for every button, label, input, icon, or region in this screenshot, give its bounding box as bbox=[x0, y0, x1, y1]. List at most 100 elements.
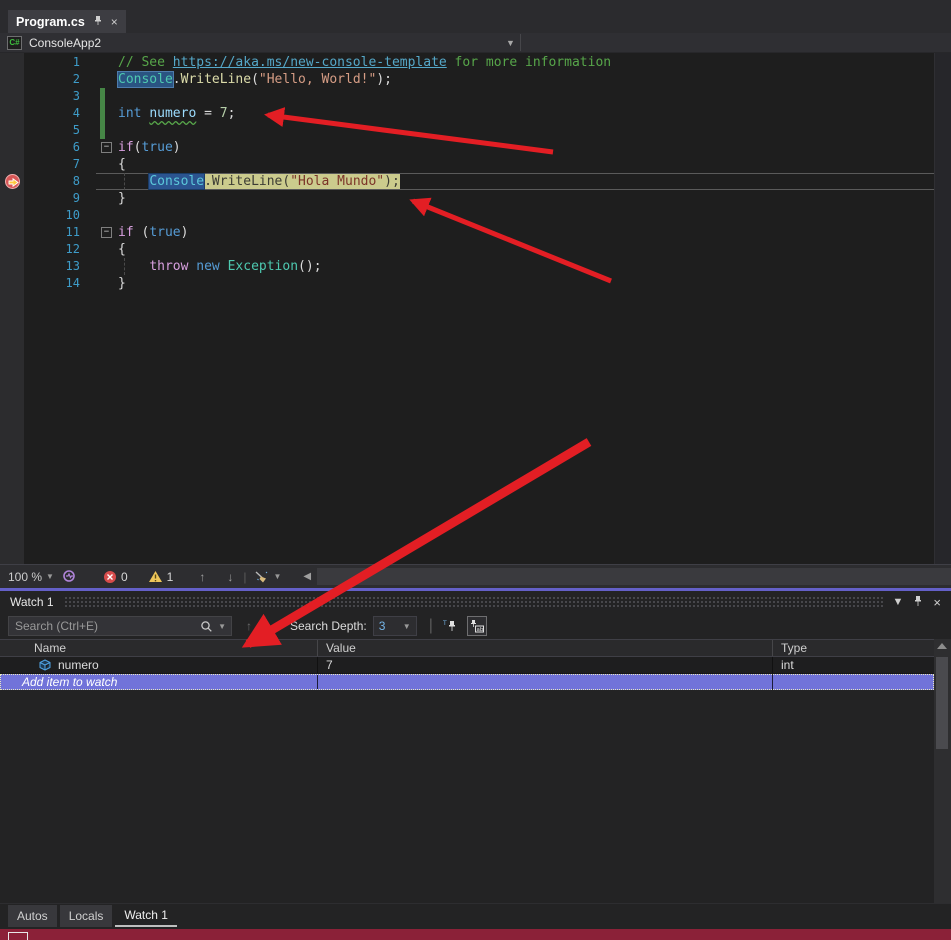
window-menu-caret-icon[interactable]: ▼ bbox=[893, 596, 904, 608]
add-item-label[interactable]: Add item to watch bbox=[0, 674, 318, 690]
pin-properties-icon[interactable]: T bbox=[443, 619, 457, 633]
breakpoint-current-statement-icon[interactable] bbox=[5, 174, 20, 189]
watch-value-cell[interactable]: 7 bbox=[318, 657, 773, 673]
line-number[interactable]: 4 bbox=[0, 105, 80, 122]
current-statement-highlight: Console.WriteLine("Hola Mundo"); bbox=[149, 174, 399, 189]
warning-count[interactable]: 1 bbox=[148, 570, 174, 584]
code-text: int numero = 7; bbox=[118, 105, 235, 122]
line-number[interactable]: 11 bbox=[0, 224, 80, 241]
code-line[interactable]: 6−if(true) bbox=[0, 139, 934, 156]
error-icon bbox=[103, 570, 117, 584]
code-line[interactable]: 5 bbox=[0, 122, 934, 139]
navigation-bar[interactable]: C# ConsoleApp2 ▼ bbox=[0, 33, 951, 53]
line-number[interactable]: 9 bbox=[0, 190, 80, 207]
search-depth-label: Search Depth: bbox=[290, 619, 367, 633]
zoom-caret-icon[interactable]: ▼ bbox=[46, 572, 54, 581]
watch-vertical-scrollbar[interactable] bbox=[934, 639, 951, 903]
search-input[interactable]: Search (Ctrl+E) ▼ bbox=[8, 616, 232, 636]
search-depth-dropdown[interactable]: 3 ▼ bbox=[373, 616, 417, 636]
watch-toolbar: Search (Ctrl+E) ▼ ↑ ↓ Search Depth: 3 ▼ … bbox=[0, 613, 951, 639]
tab-program-cs[interactable]: Program.cs × bbox=[8, 10, 126, 33]
code-line[interactable]: 10 bbox=[0, 207, 934, 224]
tool-window-tab-watch-1[interactable]: Watch 1 bbox=[115, 905, 177, 927]
line-number[interactable]: 2 bbox=[0, 71, 80, 88]
search-depth-caret-icon[interactable]: ▼ bbox=[403, 622, 411, 631]
watch-row[interactable]: numero 7int bbox=[0, 657, 934, 674]
line-number[interactable]: 13 bbox=[0, 258, 80, 275]
code-line[interactable]: 13 throw new Exception(); bbox=[0, 258, 934, 275]
watch-rows: numero 7int Add item to watch bbox=[0, 657, 934, 690]
watch-title: Watch 1 bbox=[10, 595, 54, 609]
document-health-icon[interactable] bbox=[62, 569, 77, 584]
watch-name-cell[interactable]: numero bbox=[0, 657, 318, 673]
line-number[interactable]: 1 bbox=[0, 54, 80, 71]
column-header-value[interactable]: Value bbox=[318, 640, 773, 656]
navigate-down-icon[interactable]: ↓ bbox=[227, 570, 233, 584]
hscroll-left-icon[interactable]: ◀ bbox=[303, 571, 311, 582]
column-header-name[interactable]: Name bbox=[0, 640, 318, 656]
code-line[interactable]: 4 int numero = 7; bbox=[0, 105, 934, 122]
scrollbar-thumb[interactable] bbox=[936, 657, 948, 749]
tab-pin-icon[interactable] bbox=[93, 15, 103, 28]
line-number[interactable]: 3 bbox=[0, 88, 80, 105]
toolbar-separator: | bbox=[243, 570, 246, 584]
line-number[interactable]: 6 bbox=[0, 139, 80, 156]
watch-window: Watch 1 ▼ × Search (Ctrl+E) ▼ ↑ ↓ Search… bbox=[0, 591, 951, 929]
cleanup-broom-icon bbox=[254, 570, 269, 584]
line-number[interactable]: 14 bbox=[0, 275, 80, 292]
navigate-up-icon[interactable]: ↑ bbox=[199, 570, 205, 584]
code-cleanup-button[interactable]: ▼ bbox=[254, 570, 281, 584]
code-line[interactable]: 7{ bbox=[0, 156, 934, 173]
project-dropdown-value[interactable]: ConsoleApp2 bbox=[29, 36, 101, 50]
code-text: { bbox=[118, 241, 126, 258]
code-line[interactable]: 2Console.WriteLine("Hello, World!"); bbox=[0, 71, 934, 88]
svg-text:ab: ab bbox=[476, 627, 483, 633]
code-text: if (true) bbox=[118, 224, 188, 241]
project-dropdown-caret-icon[interactable]: ▼ bbox=[506, 38, 515, 48]
error-count[interactable]: 0 bbox=[103, 570, 128, 584]
search-down-icon[interactable]: ↓ bbox=[266, 619, 272, 633]
code-line[interactable]: 14} bbox=[0, 275, 934, 292]
csharp-project-icon: C# bbox=[7, 36, 22, 50]
watch-name: numero bbox=[58, 657, 99, 674]
line-number[interactable]: 5 bbox=[0, 122, 80, 139]
line-number[interactable]: 12 bbox=[0, 241, 80, 258]
scrollbar-up-icon[interactable] bbox=[937, 643, 947, 649]
visual-studio-window: { "editor_tab": { "title": "Program.cs" … bbox=[0, 0, 951, 940]
code-line[interactable]: 1// See https://aka.ms/new-console-templ… bbox=[0, 54, 934, 71]
watch-toolbar-separator: | bbox=[429, 617, 433, 635]
code-line[interactable]: 3 bbox=[0, 88, 934, 105]
search-options-caret-icon[interactable]: ▼ bbox=[218, 622, 226, 631]
watch-add-row[interactable]: Add item to watch bbox=[0, 674, 934, 690]
code-lines: 1// See https://aka.ms/new-console-templ… bbox=[0, 54, 934, 292]
cleanup-caret-icon[interactable]: ▼ bbox=[273, 572, 281, 581]
watch-title-bar[interactable]: Watch 1 ▼ × bbox=[0, 591, 951, 613]
editor-vertical-scrollbar[interactable] bbox=[934, 53, 951, 564]
code-line[interactable]: 8 Console.WriteLine("Hola Mundo"); bbox=[0, 173, 934, 190]
window-pin-icon[interactable] bbox=[913, 595, 923, 610]
line-number[interactable]: 10 bbox=[0, 207, 80, 224]
tool-window-tab-locals[interactable]: Locals bbox=[60, 905, 113, 927]
tool-window-tab-autos[interactable]: Autos bbox=[8, 905, 57, 927]
window-close-icon[interactable]: × bbox=[933, 595, 941, 610]
fold-collapse-icon[interactable]: − bbox=[101, 142, 112, 153]
tool-window-tab-bar: AutosLocalsWatch 1 bbox=[0, 903, 951, 929]
watch-type-cell[interactable]: int bbox=[773, 657, 934, 673]
search-icon[interactable] bbox=[200, 620, 213, 633]
title-bar-grip[interactable] bbox=[64, 596, 883, 608]
zoom-control[interactable]: 100 % ▼ bbox=[8, 570, 54, 584]
code-line[interactable]: 9} bbox=[0, 190, 934, 207]
code-line[interactable]: 12 { bbox=[0, 241, 934, 258]
add-item-value-cell[interactable] bbox=[318, 674, 773, 690]
tab-close-icon[interactable]: × bbox=[111, 16, 118, 28]
fold-collapse-icon[interactable]: − bbox=[101, 227, 112, 238]
code-editor[interactable]: 1// See https://aka.ms/new-console-templ… bbox=[0, 53, 951, 564]
add-item-type-cell[interactable] bbox=[773, 674, 934, 690]
line-number[interactable]: 7 bbox=[0, 156, 80, 173]
search-up-icon[interactable]: ↑ bbox=[246, 619, 252, 633]
editor-horizontal-scrollbar[interactable] bbox=[317, 568, 951, 585]
show-values-as-text-icon[interactable]: ab bbox=[467, 616, 487, 636]
column-header-type[interactable]: Type bbox=[773, 640, 934, 656]
watch-grid-header[interactable]: Name Value Type bbox=[0, 639, 934, 657]
code-line[interactable]: 11 −if (true) bbox=[0, 224, 934, 241]
